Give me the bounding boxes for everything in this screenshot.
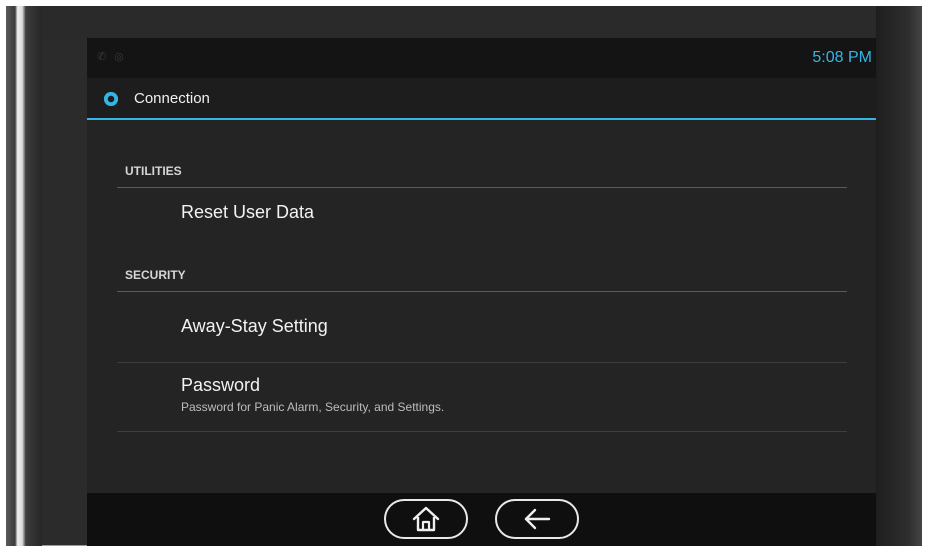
device-bezel-right-edge xyxy=(876,6,922,546)
list-item-away-stay-setting[interactable]: Away-Stay Setting xyxy=(117,292,847,362)
section-header-utilities: UTILITIES xyxy=(117,164,847,188)
status-clock: 5:08 PM xyxy=(812,49,872,66)
back-button[interactable] xyxy=(495,499,579,539)
phone-icon: ✆ xyxy=(97,51,107,63)
list-item-password[interactable]: Password Password for Panic Alarm, Secur… xyxy=(117,363,847,431)
back-arrow-icon xyxy=(524,508,551,530)
alarm-icon: ◎ xyxy=(114,51,124,63)
device-bezel-top xyxy=(42,6,876,38)
page-title[interactable]: Connection xyxy=(134,90,210,107)
list-divider xyxy=(117,431,847,432)
home-icon xyxy=(412,506,440,532)
navigation-bar xyxy=(87,493,876,546)
section-header-security: SECURITY xyxy=(117,268,847,292)
status-icons: ✆ ◎ xyxy=(97,51,124,63)
device-bezel-left-edge xyxy=(6,6,42,546)
list-item-title: Password xyxy=(181,375,261,395)
home-button[interactable] xyxy=(384,499,468,539)
list-item-title: Reset User Data xyxy=(181,202,315,222)
gear-icon[interactable] xyxy=(104,90,118,108)
device-screen: ✆ ◎ 5:08 PM Connection UTILITIES Reset U… xyxy=(87,38,876,546)
action-bar: Connection xyxy=(87,78,876,120)
list-item-reset-user-data[interactable]: Reset User Data xyxy=(117,188,847,238)
list-item-subtitle: Password for Panic Alarm, Security, and … xyxy=(181,400,445,414)
section-header-label: SECURITY xyxy=(125,268,186,282)
section-header-label: UTILITIES xyxy=(125,164,182,178)
list-item-title: Away-Stay Setting xyxy=(181,316,328,336)
status-bar: ✆ ◎ 5:08 PM xyxy=(87,38,876,78)
